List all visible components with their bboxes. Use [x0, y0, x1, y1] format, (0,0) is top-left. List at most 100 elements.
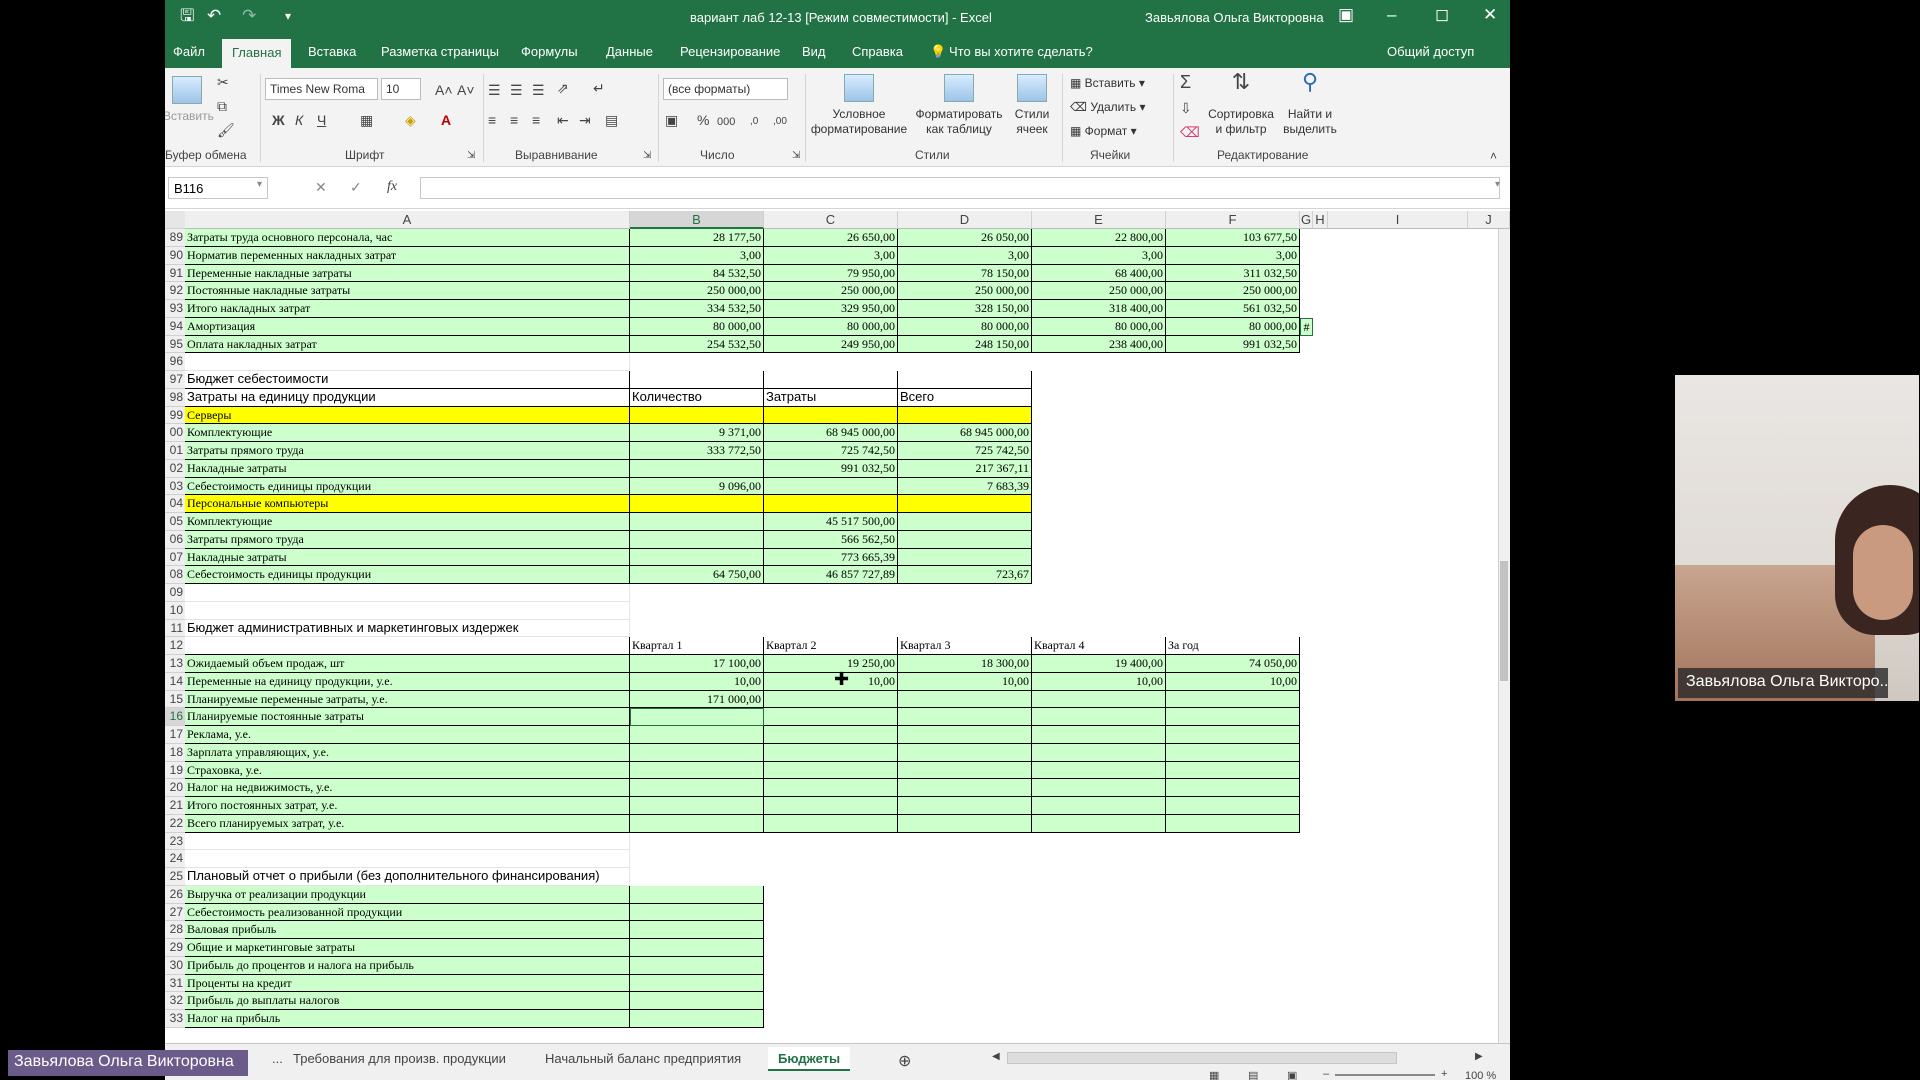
data-cell[interactable]: 103 677,50: [1166, 229, 1300, 247]
data-cell[interactable]: 45 517 500,00: [764, 513, 898, 531]
row-label-cell[interactable]: Накладные затраты: [185, 459, 630, 478]
row-label-cell[interactable]: Норматив переменных накладных затрат: [185, 246, 630, 265]
bold-icon[interactable]: Ж: [272, 112, 285, 128]
data-cell[interactable]: [764, 726, 898, 744]
data-cell[interactable]: [630, 1010, 764, 1028]
data-cell[interactable]: 9 371,00: [630, 424, 764, 442]
data-cell[interactable]: 254 532,50: [630, 335, 764, 354]
row-header[interactable]: 07: [165, 548, 185, 567]
font-size-select[interactable]: 10: [381, 78, 421, 100]
data-cell[interactable]: [630, 921, 764, 939]
row-label-cell[interactable]: Ожидаемый объем продаж, шт: [185, 655, 630, 673]
row-label-cell[interactable]: [185, 637, 630, 655]
row-label-cell[interactable]: Комплектующие: [185, 424, 630, 442]
tab-file[interactable]: Файл: [173, 44, 205, 59]
row-label-cell[interactable]: Себестоимость единицы продукции: [185, 477, 630, 496]
data-cell[interactable]: [630, 726, 764, 744]
name-box-dropdown-icon[interactable]: ▾: [257, 179, 262, 190]
row-header[interactable]: 30: [165, 956, 185, 975]
row-header[interactable]: 25: [165, 868, 185, 886]
decrease-indent-icon[interactable]: ⇤: [557, 112, 569, 128]
scroll-left-icon[interactable]: ◀: [982, 1047, 1010, 1071]
tab-review[interactable]: Рецензирование: [680, 44, 780, 59]
data-cell[interactable]: 991 032,50: [1166, 335, 1300, 354]
row-label-cell[interactable]: Прибыль до выплаты налогов: [185, 992, 630, 1010]
data-cell[interactable]: [1166, 761, 1300, 780]
data-cell[interactable]: Квартал 2: [764, 637, 898, 655]
align-right-icon[interactable]: ≡: [532, 112, 540, 128]
data-cell[interactable]: 17 100,00: [630, 655, 764, 673]
data-cell[interactable]: 79 950,00: [764, 264, 898, 283]
column-header-i[interactable]: I: [1328, 211, 1468, 229]
data-cell[interactable]: [1032, 743, 1166, 762]
data-cell[interactable]: 333 772,50: [630, 442, 764, 460]
data-cell[interactable]: [630, 743, 764, 762]
row-header[interactable]: 19: [165, 761, 185, 780]
row-header[interactable]: 01: [165, 442, 185, 460]
increase-font-icon[interactable]: A˄: [435, 82, 453, 98]
data-cell[interactable]: 80 000,00: [898, 317, 1032, 336]
data-cell[interactable]: 217 367,11: [898, 459, 1032, 478]
increase-decimal-icon[interactable]: ,0: [750, 114, 758, 130]
data-cell[interactable]: Затраты: [764, 388, 898, 407]
data-cell[interactable]: [630, 530, 764, 549]
data-cell[interactable]: [764, 406, 898, 425]
data-cell[interactable]: [1166, 779, 1300, 797]
active-cell-outline[interactable]: [630, 708, 764, 726]
row-header[interactable]: 02: [165, 459, 185, 478]
row-label-cell[interactable]: [185, 850, 630, 868]
data-cell[interactable]: [764, 371, 898, 389]
align-top-icon[interactable]: ☰: [488, 82, 501, 98]
undo-icon[interactable]: ↶: [207, 7, 221, 25]
data-cell[interactable]: 28 177,50: [630, 229, 764, 247]
row-label-cell[interactable]: [185, 601, 630, 620]
page-break-view-icon[interactable]: ▣: [1287, 1069, 1297, 1080]
row-header[interactable]: 27: [165, 903, 185, 922]
conditional-formatting-button[interactable]: Условное форматирование: [808, 74, 910, 137]
redo-icon[interactable]: ↷: [242, 7, 256, 25]
customize-toolbar-icon[interactable]: ▾: [285, 7, 291, 25]
data-cell[interactable]: [630, 761, 764, 780]
data-cell[interactable]: 80 000,00: [1032, 317, 1166, 336]
row-label-cell[interactable]: Реклама, у.е.: [185, 726, 630, 744]
user-name[interactable]: Завьялова Ольга Викторовна: [1145, 10, 1324, 25]
row-label-cell[interactable]: Налог на прибыль: [185, 1010, 630, 1028]
row-label-cell[interactable]: Амортизация: [185, 317, 630, 336]
data-cell[interactable]: 68 945 000,00: [898, 424, 1032, 442]
data-cell[interactable]: [898, 495, 1032, 513]
row-header[interactable]: 33: [165, 1010, 185, 1028]
number-dialog-icon[interactable]: ⇲: [792, 148, 800, 164]
data-cell[interactable]: [898, 726, 1032, 744]
row-label-cell[interactable]: Накладные затраты: [185, 548, 630, 567]
vertical-scrollbar-thumb[interactable]: [1500, 561, 1508, 681]
data-cell[interactable]: [898, 548, 1032, 567]
expand-formula-icon[interactable]: ▾: [1495, 179, 1500, 190]
data-cell[interactable]: 171 000,00: [630, 690, 764, 709]
row-header[interactable]: 26: [165, 885, 185, 904]
data-cell[interactable]: 10,00: [898, 672, 1032, 691]
data-cell[interactable]: Квартал 4: [1032, 637, 1166, 655]
row-label-cell[interactable]: Прибыль до процентов и налога на прибыль: [185, 956, 630, 975]
data-cell[interactable]: [764, 814, 898, 833]
data-cell[interactable]: 64 750,00: [630, 566, 764, 584]
data-cell[interactable]: Квартал 3: [898, 637, 1032, 655]
data-cell[interactable]: 10,00: [1032, 672, 1166, 691]
row-header[interactable]: 20: [165, 779, 185, 797]
data-cell[interactable]: 9 096,00: [630, 477, 764, 496]
data-cell[interactable]: [630, 406, 764, 425]
data-cell[interactable]: 250 000,00: [764, 282, 898, 300]
data-cell[interactable]: [1032, 814, 1166, 833]
thousands-icon[interactable]: 000: [717, 114, 735, 130]
data-cell[interactable]: 3,00: [898, 246, 1032, 265]
column-header-f[interactable]: F: [1166, 211, 1300, 229]
row-header[interactable]: 17: [165, 726, 185, 744]
insert-cells-button[interactable]: ▦ Вставить ▾: [1070, 76, 1145, 90]
data-cell[interactable]: [898, 761, 1032, 780]
zoom-in-icon[interactable]: +: [1441, 1068, 1447, 1080]
data-cell[interactable]: [630, 814, 764, 833]
row-header[interactable]: 16: [165, 708, 185, 726]
merge-center-icon[interactable]: ▤: [605, 112, 618, 128]
row-label-cell[interactable]: Затраты прямого труда: [185, 530, 630, 549]
data-cell[interactable]: 991 032,50: [764, 459, 898, 478]
row-label-cell[interactable]: Себестоимость единицы продукции: [185, 566, 630, 584]
